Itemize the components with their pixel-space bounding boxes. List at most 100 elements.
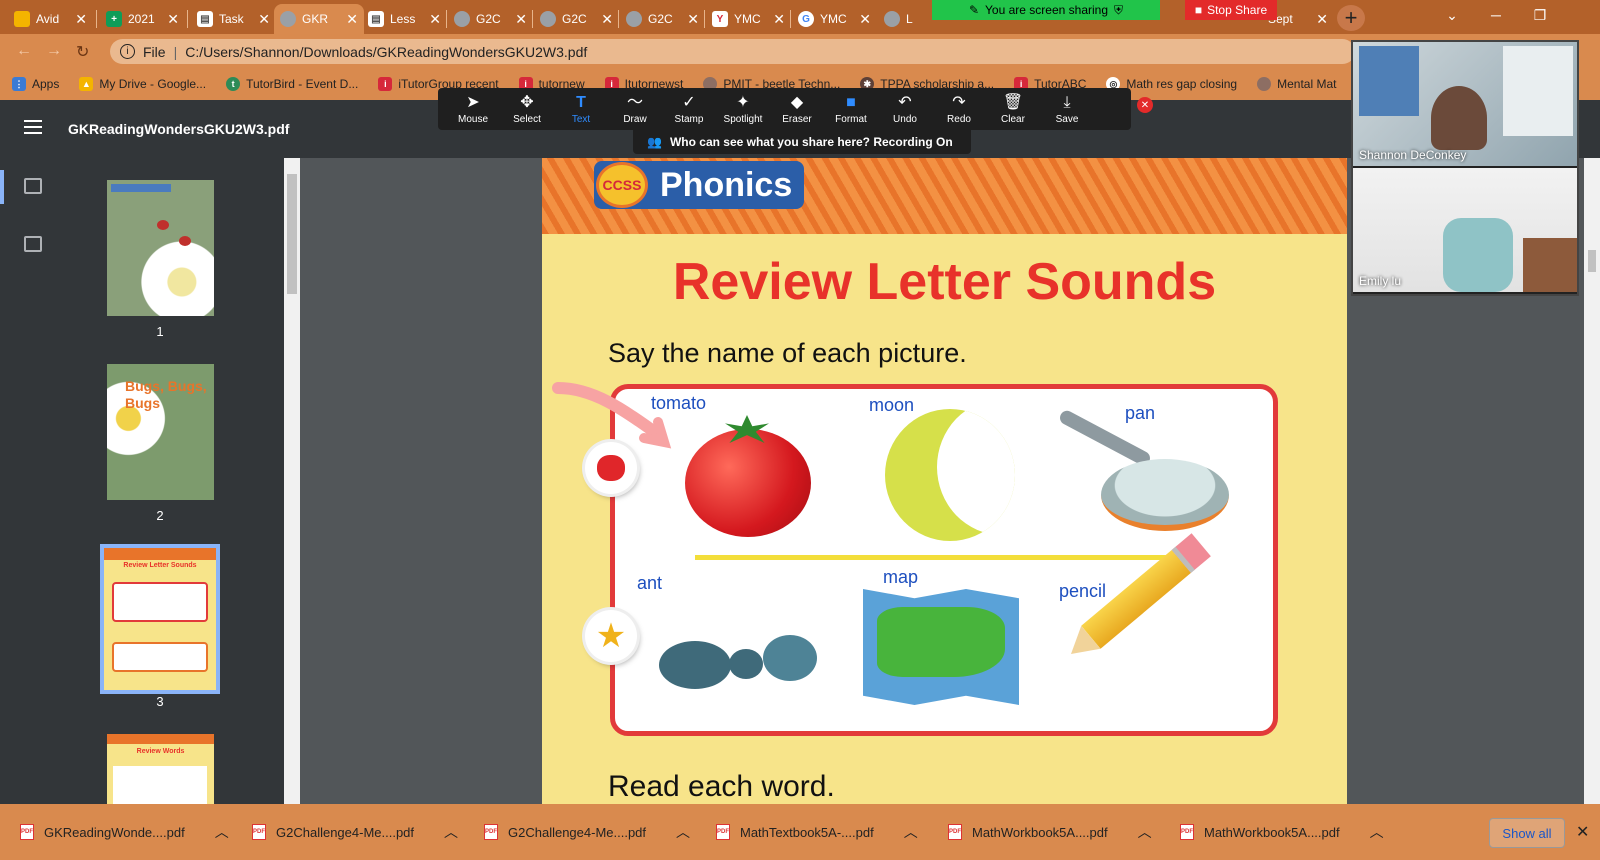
close-icon[interactable]: ✕	[773, 11, 785, 28]
screen-sharing-banner[interactable]: ✎ You are screen sharing ⛨	[932, 0, 1160, 20]
poster-wall	[1503, 46, 1573, 136]
tab-l[interactable]: L	[878, 4, 928, 34]
download-item[interactable]: PDF G2Challenge4-Me....pdf ︿	[484, 812, 690, 852]
tab-gkr-active[interactable]: GKR ✕	[274, 4, 364, 34]
tab-divider	[187, 10, 188, 28]
bookmark-apps[interactable]: ⋮ Apps	[12, 77, 59, 91]
eraser-icon: ◆	[790, 93, 804, 111]
page-title: Review Letter Sounds	[672, 253, 1217, 311]
tool-undo[interactable]: ↶ Undo	[878, 88, 932, 130]
forward-arrow-icon[interactable]: →	[46, 42, 62, 60]
tab-g2c-3[interactable]: G2C ✕	[620, 4, 705, 34]
pdf-title: GKReadingWondersGKU2W3.pdf	[68, 121, 290, 137]
section-label: Phonics	[660, 165, 793, 204]
tab-task[interactable]: ▤ Task ✕	[191, 4, 276, 34]
close-toolbar-icon[interactable]: ✕	[1137, 97, 1153, 113]
close-icon[interactable]: ✕	[601, 11, 613, 28]
star-icon: ★	[595, 617, 627, 655]
tool-select[interactable]: ✥ Select	[500, 88, 554, 130]
close-icon[interactable]: ✕	[859, 11, 871, 28]
minimize-button[interactable]: ─	[1474, 0, 1518, 30]
ant-head	[763, 635, 817, 681]
close-icon[interactable]: ✕	[346, 11, 358, 28]
close-icon[interactable]: ✕	[1316, 11, 1328, 28]
page-thumbnail-1[interactable]	[107, 180, 214, 316]
video-tile-shannon[interactable]: Shannon DeConkey	[1353, 42, 1577, 166]
page-thumbnail-2[interactable]: Bugs, Bugs, Bugs	[107, 364, 214, 500]
recording-notice[interactable]: 👥 Who can see what you share here? Recor…	[633, 130, 971, 154]
sidebar-scroll-thumb[interactable]	[287, 174, 297, 294]
chevron-up-icon[interactable]: ︿	[1138, 822, 1152, 842]
chevron-up-icon[interactable]: ︿	[676, 822, 690, 842]
menu-icon[interactable]	[24, 120, 42, 134]
bookmark-mental-math[interactable]: Mental Mat	[1257, 77, 1336, 91]
show-all-button[interactable]: Show all	[1489, 818, 1565, 848]
bookmark-my-drive[interactable]: ▲ My Drive - Google...	[79, 77, 206, 91]
download-item[interactable]: PDF G2Challenge4-Me....pdf ︿	[252, 812, 458, 852]
thumbnails-icon[interactable]	[24, 178, 42, 194]
participant-name: Emily lu	[1359, 274, 1402, 288]
bookmark-label: Mental Mat	[1277, 77, 1337, 91]
tab-ymc-2[interactable]: G YMC ✕	[792, 4, 877, 34]
tab-divider	[532, 10, 533, 28]
download-item[interactable]: PDF MathWorkbook5A....pdf ︿	[948, 812, 1152, 852]
thumbnail-heading-bar	[111, 184, 171, 192]
close-icon[interactable]: ✕	[515, 11, 527, 28]
label-moon: moon	[869, 395, 915, 415]
tab-g2c-2[interactable]: G2C ✕	[534, 4, 619, 34]
close-icon[interactable]: ✕	[1576, 822, 1589, 842]
next-instruction-text: Read each word.	[608, 770, 835, 803]
tool-label: Spotlight	[723, 113, 763, 125]
moon-picture	[885, 409, 1015, 541]
tool-save[interactable]: ⤓ Save	[1040, 88, 1094, 130]
thumbnail-picture-box	[112, 582, 208, 622]
tool-stamp[interactable]: ✓ Stamp	[662, 88, 716, 130]
chevron-up-icon[interactable]: ︿	[444, 822, 458, 842]
tab-g2c-1[interactable]: G2C ✕	[448, 4, 533, 34]
close-icon[interactable]: ✕	[687, 11, 699, 28]
close-icon[interactable]: ✕	[429, 11, 441, 28]
chevron-down-icon[interactable]: ⌄	[1430, 0, 1474, 30]
download-item[interactable]: PDF MathWorkbook5A....pdf ︿	[1180, 812, 1384, 852]
bookmark-label: My Drive - Google...	[99, 77, 207, 91]
main-scroll-thumb[interactable]	[1588, 250, 1596, 272]
tab-less[interactable]: ▤ Less ✕	[362, 4, 447, 34]
chevron-up-icon[interactable]: ︿	[904, 822, 918, 842]
page-thumbnail-4[interactable]: Review Words	[107, 734, 214, 804]
tool-label: Select	[513, 113, 541, 125]
tab-2021[interactable]: + 2021 ✕	[100, 4, 185, 34]
outline-icon[interactable]	[24, 236, 42, 252]
address-bar[interactable]: i File | C:/Users/Shannon/Downloads/GKRe…	[110, 39, 1355, 64]
tool-mouse[interactable]: ➤ Mouse	[446, 88, 500, 130]
tool-text[interactable]: T Text	[554, 88, 608, 130]
page-thumbnail-3[interactable]: Review Letter Sounds	[100, 544, 220, 694]
tool-label: Undo	[893, 113, 917, 125]
new-tab-button[interactable]: +	[1337, 5, 1365, 31]
stop-share-button[interactable]: ■ Stop Share	[1185, 0, 1277, 20]
tab-strip: Avid ✕ + 2021 ✕ ▤ Task ✕ GKR ✕ ▤ Less ✕ …	[0, 0, 1600, 34]
tab-avid[interactable]: Avid ✕	[8, 4, 93, 34]
thumbnail-word-box	[113, 766, 207, 804]
tab-label: Task	[219, 12, 244, 26]
tab-label: Avid	[36, 12, 60, 26]
close-icon[interactable]: ✕	[75, 11, 87, 28]
reload-icon[interactable]: ↻	[76, 42, 89, 62]
address-separator: |	[173, 43, 178, 60]
tool-clear[interactable]: 🗑 Clear	[986, 88, 1040, 130]
chevron-up-icon[interactable]: ︿	[215, 822, 229, 842]
close-icon[interactable]: ✕	[167, 11, 179, 28]
download-item[interactable]: PDF GKReadingWonde....pdf ︿	[20, 812, 229, 852]
close-icon[interactable]: ✕	[258, 11, 270, 28]
chevron-up-icon[interactable]: ︿	[1370, 822, 1384, 842]
tool-draw[interactable]: 〜 Draw	[608, 88, 662, 130]
restore-button[interactable]: ❐	[1518, 0, 1562, 30]
bookmark-tutorbird[interactable]: t TutorBird - Event D...	[226, 77, 358, 91]
tool-redo[interactable]: ↷ Redo	[932, 88, 986, 130]
video-tile-emily[interactable]: Emily lu	[1353, 168, 1577, 292]
tool-format[interactable]: ■ Format	[824, 88, 878, 130]
download-item[interactable]: PDF MathTextbook5A-....pdf ︿	[716, 812, 918, 852]
tool-eraser[interactable]: ◆ Eraser	[770, 88, 824, 130]
tool-spotlight[interactable]: ✦ Spotlight	[716, 88, 770, 130]
back-arrow-icon[interactable]: ←	[16, 42, 32, 60]
tab-ymc-1[interactable]: Y YMC ✕	[706, 4, 791, 34]
